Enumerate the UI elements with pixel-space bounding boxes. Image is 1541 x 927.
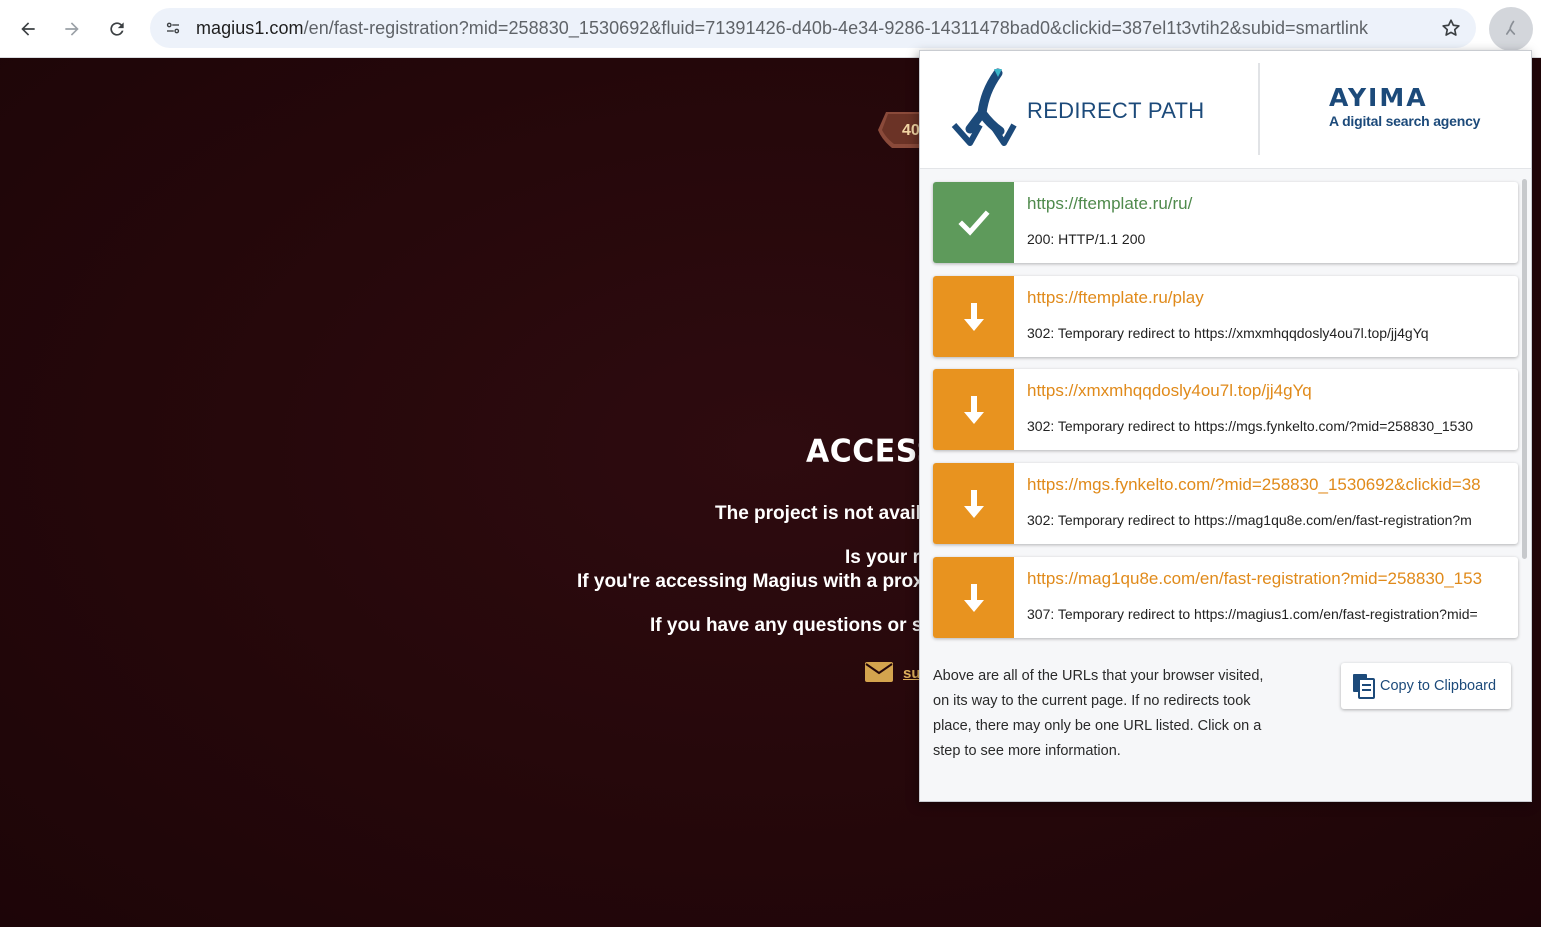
step-status: 302: Temporary redirect to https://mgs.f… bbox=[1027, 418, 1474, 434]
step-url[interactable]: https://mgs.fynkelto.com/?mid=258830_153… bbox=[1027, 475, 1512, 495]
envelope-icon bbox=[865, 662, 893, 682]
url-host: magius1.com bbox=[196, 18, 304, 38]
redirect-step[interactable]: https://mag1qu8e.com/en/fast-registratio… bbox=[933, 557, 1518, 638]
page-line-4: If you have any questions or sugg bbox=[650, 615, 958, 636]
down-arrow-icon bbox=[963, 395, 984, 424]
page-line-2: Is your re bbox=[845, 547, 931, 568]
step-status-tile bbox=[933, 557, 1014, 638]
star-icon[interactable] bbox=[1440, 17, 1462, 39]
header-divider bbox=[1258, 63, 1260, 155]
page-line-3: If you're accessing Magius with a proxy … bbox=[577, 571, 968, 592]
back-button[interactable] bbox=[11, 12, 45, 46]
step-status: 302: Temporary redirect to https://mag1q… bbox=[1027, 512, 1472, 528]
copy-to-clipboard-button[interactable]: Copy to Clipboard bbox=[1341, 663, 1511, 709]
down-arrow-icon bbox=[963, 489, 984, 518]
site-info-button[interactable] bbox=[158, 13, 188, 43]
redirect-path-popup: REDIRECT PATH AYIMA A digital search age… bbox=[919, 50, 1532, 802]
step-status: 200: HTTP/1.1 200 bbox=[1027, 231, 1146, 247]
copy-button-label: Copy to Clipboard bbox=[1380, 678, 1497, 694]
url-text[interactable]: magius1.com/en/fast-registration?mid=258… bbox=[196, 18, 1368, 39]
reload-icon bbox=[110, 22, 124, 36]
redirect-step[interactable]: https://ftemplate.ru/play 302: Temporary… bbox=[933, 276, 1518, 357]
step-status: 302: Temporary redirect to https://xmxmh… bbox=[1027, 325, 1429, 341]
step-status: 307: Temporary redirect to https://magiu… bbox=[1027, 606, 1478, 622]
step-status-tile bbox=[933, 276, 1014, 357]
site-info-icon bbox=[166, 22, 180, 34]
step-url[interactable]: https://xmxmhqqdosly4ou7l.top/jj4gYq bbox=[1027, 381, 1512, 401]
step-url[interactable]: https://ftemplate.ru/play bbox=[1027, 288, 1512, 308]
redirect-path-extension-icon bbox=[1506, 20, 1516, 35]
popup-header: REDIRECT PATH AYIMA A digital search age… bbox=[920, 51, 1531, 169]
footer-help-text: Above are all of the URLs that your brow… bbox=[933, 668, 1264, 759]
popup-scrollbar[interactable] bbox=[1522, 179, 1527, 559]
back-arrow-icon bbox=[21, 22, 35, 36]
checkmark-icon bbox=[957, 209, 990, 236]
url-path: /en/fast-registration?mid=258830_1530692… bbox=[303, 18, 1369, 38]
forward-arrow-icon bbox=[65, 22, 79, 36]
ribbon-text: 40 bbox=[902, 122, 920, 139]
step-url[interactable]: https://mag1qu8e.com/en/fast-registratio… bbox=[1027, 569, 1512, 589]
redirect-step[interactable]: https://mgs.fynkelto.com/?mid=258830_153… bbox=[933, 463, 1518, 544]
redirect-path-logo-icon bbox=[951, 68, 1017, 146]
down-arrow-icon bbox=[963, 302, 984, 331]
address-bar[interactable]: magius1.com/en/fast-registration?mid=258… bbox=[150, 8, 1476, 48]
redirect-step[interactable]: https://xmxmhqqdosly4ou7l.top/jj4gYq 302… bbox=[933, 369, 1518, 450]
brand-name: REDIRECT PATH bbox=[1027, 98, 1205, 123]
redirect-path-extension-button[interactable] bbox=[1489, 7, 1533, 51]
agency-tagline: A digital search agency bbox=[1329, 113, 1481, 129]
down-arrow-icon bbox=[963, 583, 984, 612]
reload-button[interactable] bbox=[100, 12, 134, 46]
step-status-tile bbox=[933, 182, 1014, 263]
agency-logo: AYIMA bbox=[1329, 83, 1428, 112]
step-status-tile bbox=[933, 369, 1014, 450]
forward-button[interactable] bbox=[55, 12, 89, 46]
step-url[interactable]: https://ftemplate.ru/ru/ bbox=[1027, 194, 1512, 214]
support-email-link[interactable]: su bbox=[903, 665, 921, 682]
clipboard-icon bbox=[1353, 674, 1375, 699]
step-status-tile bbox=[933, 463, 1014, 544]
redirect-step[interactable]: https://ftemplate.ru/ru/ 200: HTTP/1.1 2… bbox=[933, 182, 1518, 263]
page-line-1: The project is not availabl bbox=[715, 503, 949, 524]
